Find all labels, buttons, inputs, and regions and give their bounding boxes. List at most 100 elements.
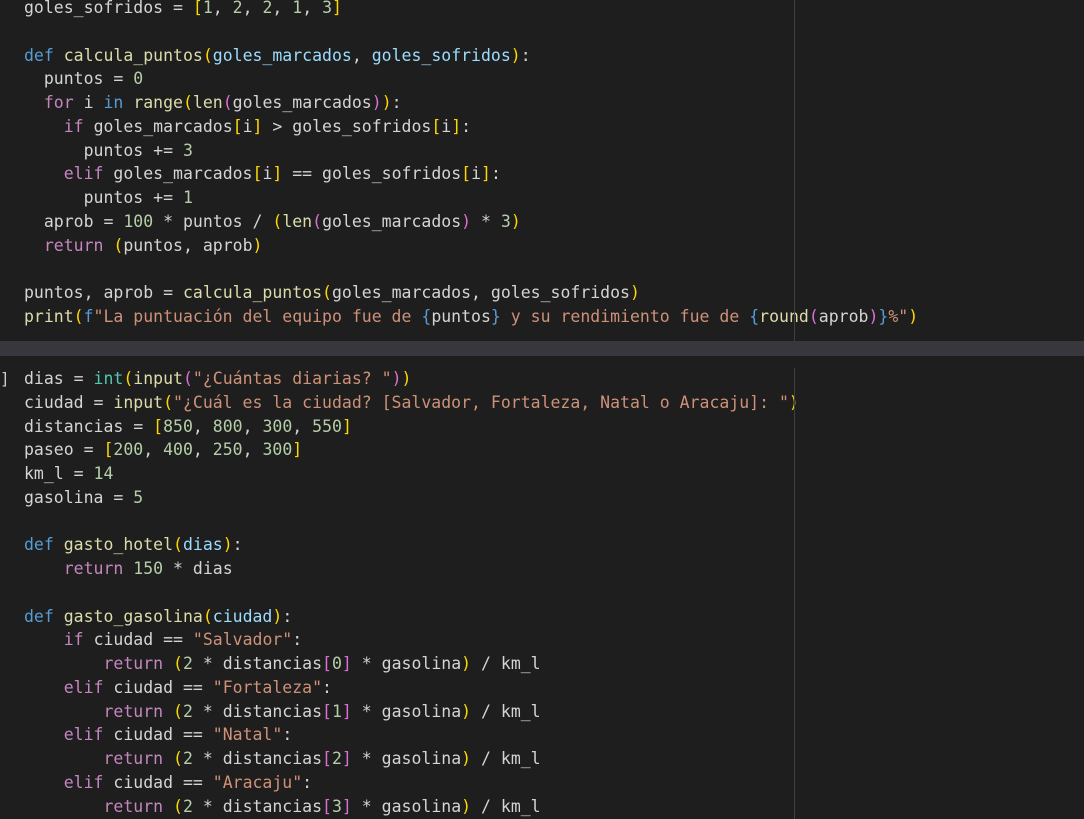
code-cell-2[interactable]: dias = int(input("¿Cuántas diarias? ")) c…	[0, 356, 1084, 819]
code-line[interactable]: elif goles_marcados[i] == goles_sofridos…	[24, 162, 918, 186]
code-line[interactable]: if goles_marcados[i] > goles_sofridos[i]…	[24, 115, 918, 139]
code-token: ,	[242, 440, 263, 460]
code-line[interactable]: return 150 * dias	[24, 557, 799, 581]
code-token: dias	[182, 535, 223, 555]
code-token: i	[83, 93, 104, 112]
code-line[interactable]: gasolina = 5	[24, 486, 799, 510]
code-line[interactable]: if ciudad == "Salvador":	[24, 628, 799, 652]
column-ruler	[794, 0, 795, 341]
code-line[interactable]: def gasto_hotel(dias):	[24, 533, 799, 557]
code-line[interactable]	[24, 510, 799, 534]
code-token: (	[312, 211, 323, 231]
code-line[interactable]: return (puntos, aprob)	[24, 234, 918, 258]
code-line[interactable]: distancias = [850, 800, 300, 550]	[24, 415, 799, 439]
code-token: range	[133, 93, 183, 112]
code-token: 2	[182, 701, 193, 721]
code-token: ciudad ==	[113, 677, 213, 697]
code-token: 3	[500, 211, 511, 231]
code-token: [	[322, 749, 332, 768]
code-token: 3	[182, 140, 193, 160]
code-line[interactable]: ciudad = input("¿Cuál es la ciudad? [Sal…	[24, 391, 799, 415]
code-token: "La puntuación del equipo fue de	[93, 306, 422, 326]
code-token: print	[24, 306, 74, 326]
code-token: if	[63, 630, 94, 650]
code-line[interactable]: elif ciudad == "Aracaju":	[24, 771, 799, 795]
code-line[interactable]: return (2 * distancias[0] * gasolina) / …	[24, 652, 799, 676]
code-token: "Salvador"	[192, 630, 293, 650]
code-line[interactable]	[24, 257, 918, 281]
code-line[interactable]: km_l = 14	[24, 462, 799, 486]
code-token: [	[192, 0, 203, 17]
code-line[interactable]	[24, 20, 918, 44]
code-token: (	[182, 93, 193, 112]
code-token: elif	[63, 164, 114, 184]
code-line[interactable]: elif ciudad == "Natal":	[24, 723, 799, 747]
code-token: (	[73, 306, 84, 326]
code-line[interactable]: puntos += 3	[24, 139, 918, 163]
code-line[interactable]: for i in range(len(goles_marcados)):	[24, 91, 918, 115]
code-line[interactable]: puntos = 0	[24, 67, 918, 91]
code-token: ]	[341, 749, 352, 768]
code-token: "Natal"	[212, 725, 283, 745]
code-token: puntos	[431, 306, 491, 326]
code-token: [	[431, 116, 442, 136]
code-line[interactable]: def calcula_puntos(goles_marcados, goles…	[24, 44, 918, 68]
code-token: 150	[133, 559, 164, 578]
code-token: paseo =	[24, 440, 104, 460]
code-token: (	[173, 749, 183, 768]
code-token: elif	[63, 725, 114, 745]
code-editor-1[interactable]: goles_sofridos = [1, 2, 2, 1, 3] def cal…	[24, 0, 918, 329]
code-token: goles_marcados	[322, 211, 462, 231]
code-token: (	[322, 283, 332, 302]
code-token: 250	[212, 440, 243, 460]
code-token: puntos =	[24, 69, 134, 89]
code-line[interactable]: goles_sofridos = [1, 2, 2, 1, 3]	[24, 0, 918, 20]
code-line[interactable]: elif ciudad == "Fortaleza":	[24, 676, 799, 700]
code-line[interactable]: aprob = 100 * puntos / (len(goles_marcad…	[24, 210, 918, 234]
code-token: i	[242, 116, 253, 136]
code-token: }	[490, 306, 501, 326]
code-line[interactable]: dias = int(input("¿Cuántas diarias? "))	[24, 367, 799, 391]
code-line[interactable]: return (2 * distancias[1] * gasolina) / …	[24, 700, 799, 724]
code-token: "Fortaleza"	[212, 677, 323, 697]
code-line[interactable]: return (2 * distancias[2] * gasolina) / …	[24, 747, 799, 771]
code-token: > goles_sofridos	[262, 116, 432, 136]
code-token: (	[222, 93, 233, 112]
code-line[interactable]: paseo = [200, 400, 250, 300]	[24, 438, 799, 462]
code-line[interactable]	[24, 581, 799, 605]
code-cell-1[interactable]: goles_sofridos = [1, 2, 2, 1, 3] def cal…	[0, 0, 1084, 341]
code-token: 2	[262, 0, 273, 17]
code-token: [	[322, 701, 332, 721]
code-line[interactable]: print(f"La puntuación del equipo fue de …	[24, 305, 918, 329]
code-token: :	[322, 677, 332, 697]
code-token: 2	[182, 796, 193, 816]
code-token: goles_sofridos =	[24, 0, 193, 17]
code-editor-2[interactable]: dias = int(input("¿Cuántas diarias? ")) c…	[24, 367, 799, 818]
code-token: return	[103, 701, 174, 721]
code-token: * distancias	[192, 654, 323, 673]
code-token: return	[103, 796, 174, 816]
code-token: for	[43, 93, 84, 112]
code-token: ,	[302, 0, 323, 17]
code-token: ciudad ==	[113, 772, 213, 792]
code-line[interactable]: puntos, aprob = calcula_puntos(goles_mar…	[24, 281, 918, 305]
code-token: calcula_puntos	[182, 283, 323, 302]
code-token: return	[63, 559, 134, 578]
code-token: )	[461, 796, 472, 816]
code-token: [	[232, 116, 243, 136]
code-token: )	[461, 701, 472, 721]
code-token: ]	[341, 654, 352, 673]
code-token: / km_l	[471, 654, 541, 673]
code-token: 1	[331, 701, 342, 721]
code-token: [	[461, 164, 472, 184]
code-line[interactable]: puntos += 1	[24, 186, 918, 210]
code-token: ,	[351, 45, 372, 65]
code-token: )	[381, 93, 392, 112]
code-line[interactable]: return (2 * distancias[3] * gasolina) / …	[24, 795, 799, 819]
code-token: * distancias	[192, 749, 323, 768]
code-line[interactable]: def gasto_gasolina(ciudad):	[24, 605, 799, 629]
code-token: {	[421, 306, 432, 326]
